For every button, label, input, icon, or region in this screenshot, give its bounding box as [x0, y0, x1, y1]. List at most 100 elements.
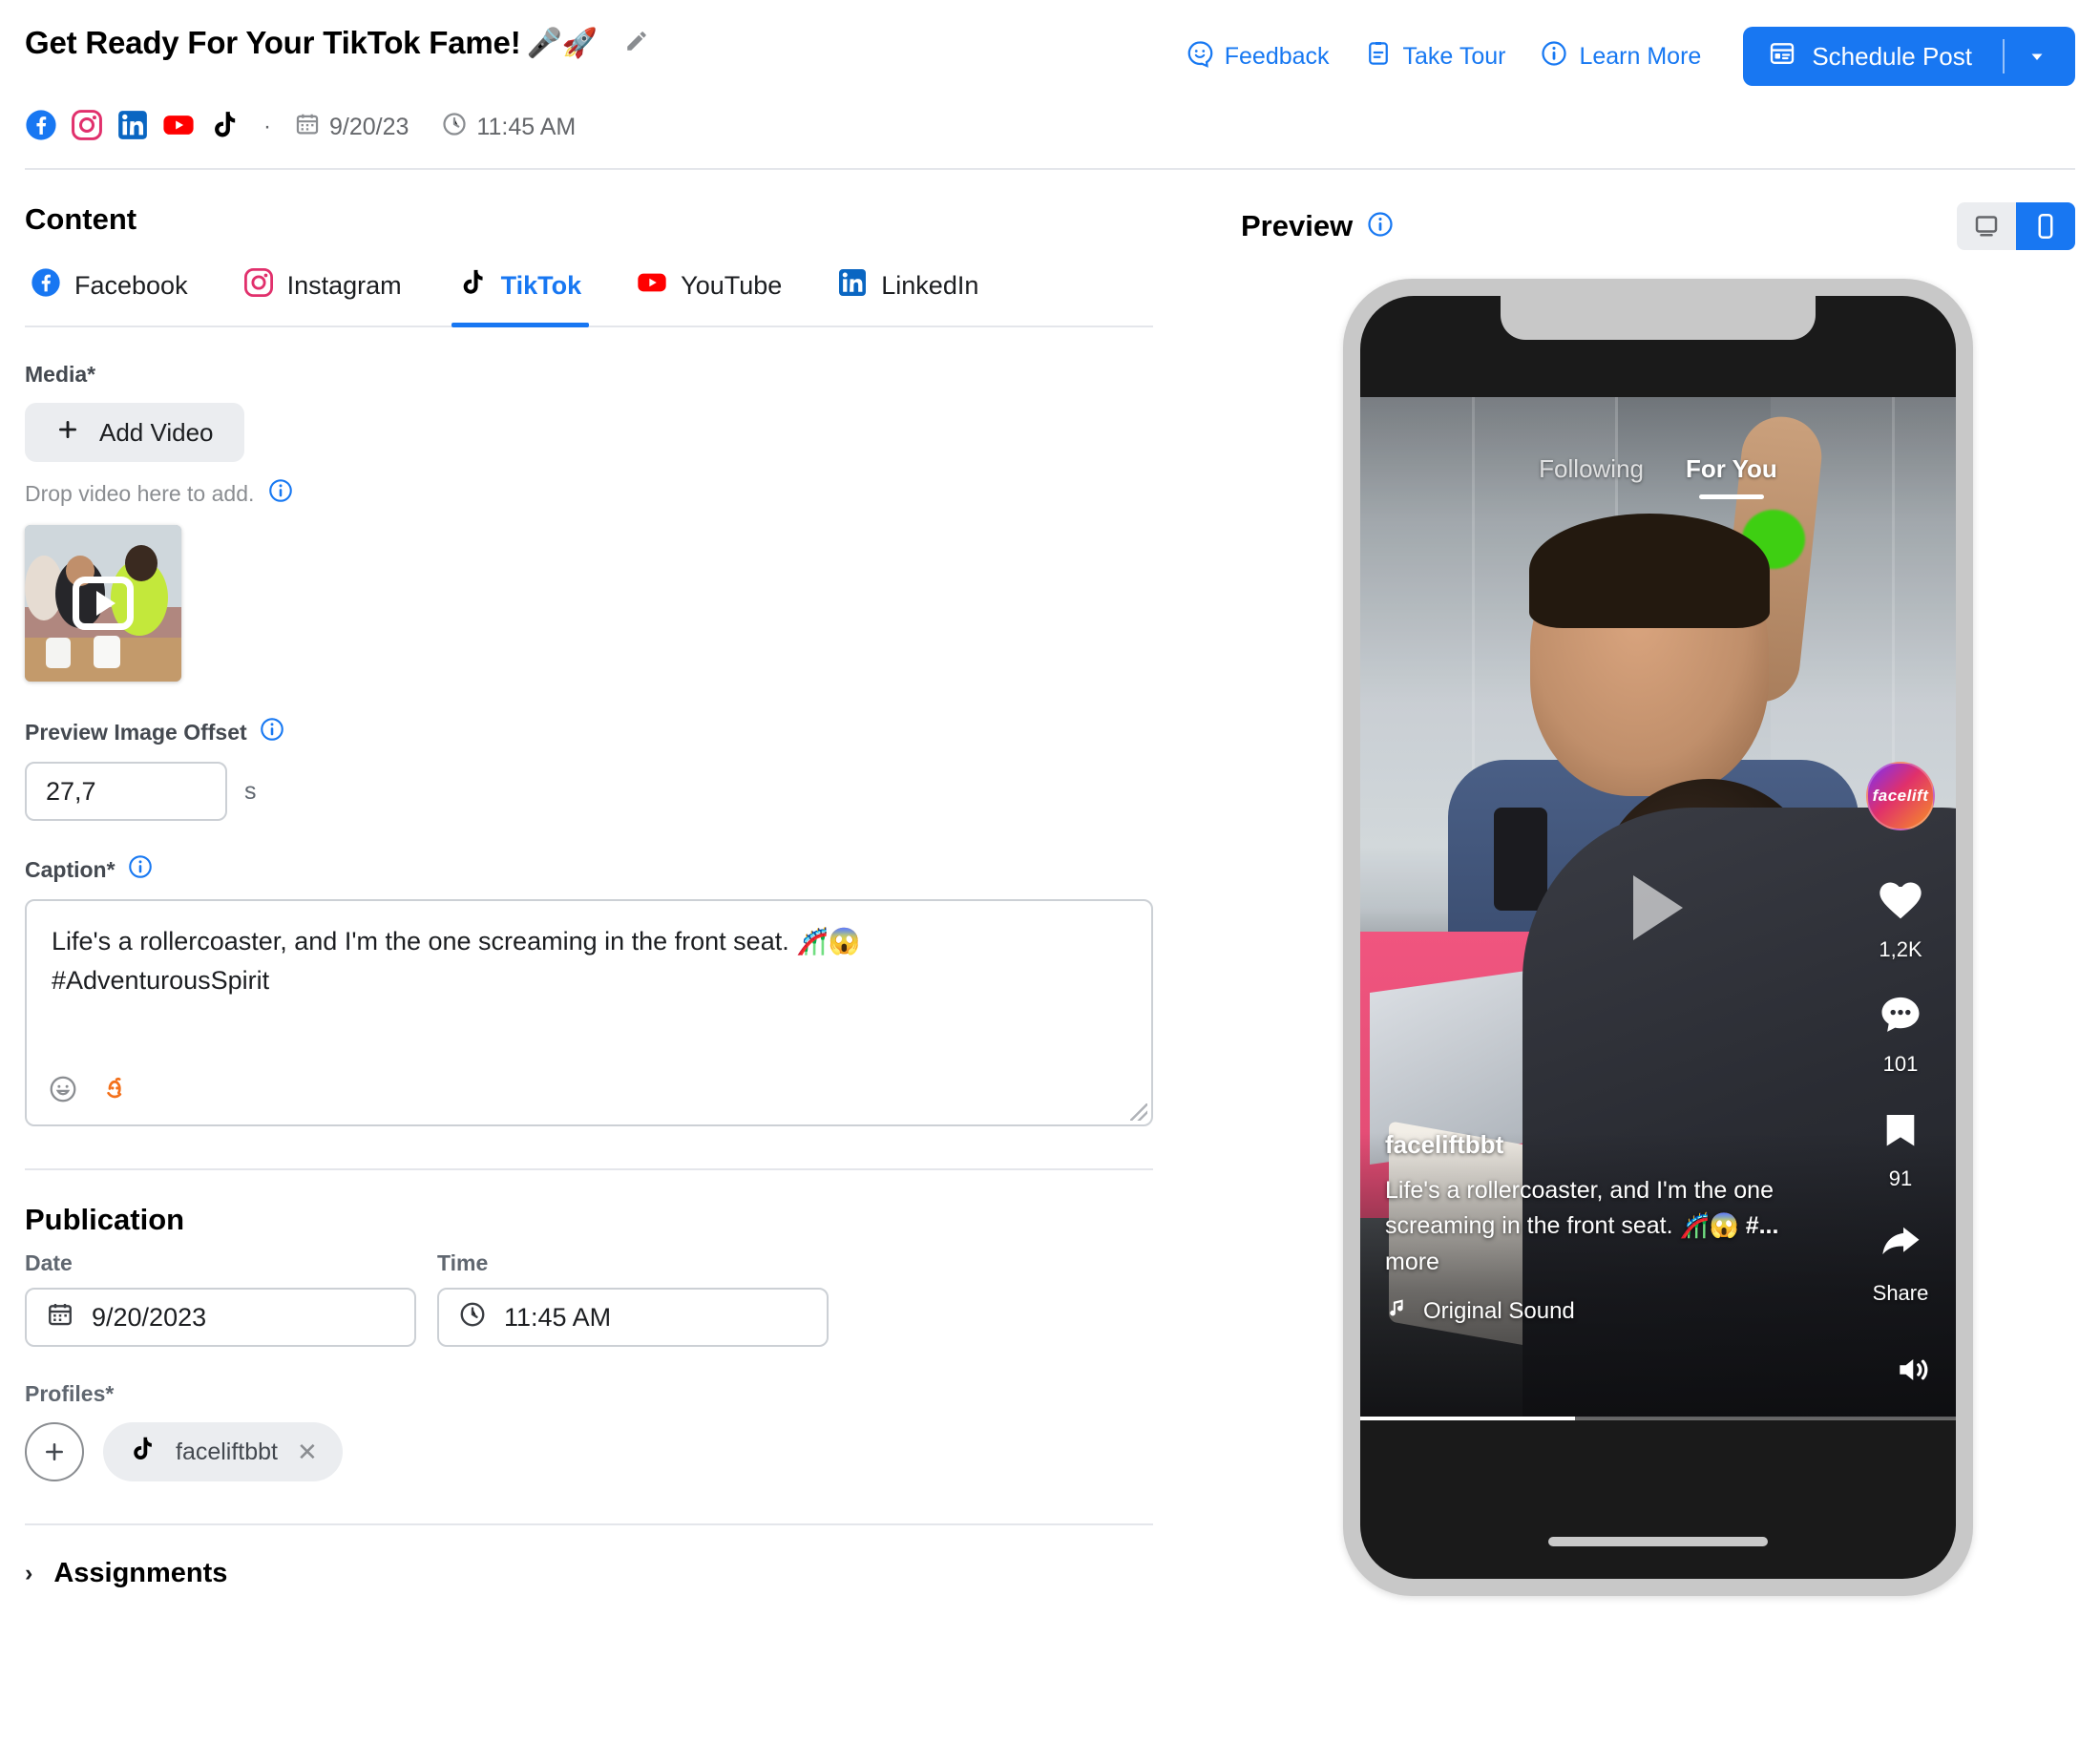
schedule-post-label: Schedule Post — [1812, 41, 1972, 71]
info-circle-icon[interactable] — [259, 716, 285, 748]
app-header: Get Ready For Your TikTok Fame! 🎤🚀 Feedb… — [0, 0, 2100, 92]
phone-screen: Following For You facelift 1,2K 101 91 S… — [1360, 296, 1956, 1579]
profile-chip[interactable]: faceliftbbt ✕ — [103, 1422, 343, 1481]
pencil-icon[interactable] — [624, 29, 649, 58]
meta-time-value: 11:45 AM — [476, 113, 577, 140]
time-value: 11:45 AM — [504, 1302, 612, 1332]
tiktok-caption-more[interactable]: more — [1385, 1249, 1439, 1275]
assignments-label: Assignments — [53, 1558, 228, 1588]
remove-profile-icon[interactable]: ✕ — [297, 1438, 318, 1467]
tiktok-sound-label: Original Sound — [1423, 1297, 1575, 1324]
clock-icon — [458, 1300, 487, 1335]
like-count: 1,2K — [1879, 937, 1922, 961]
date-field-group: Date 9/20/2023 — [25, 1250, 416, 1347]
date-value: 9/20/2023 — [92, 1302, 207, 1332]
ai-assistant-icon[interactable] — [99, 1074, 130, 1109]
music-note-icon — [1385, 1295, 1410, 1327]
plus-icon — [55, 417, 80, 449]
tab-instagram[interactable]: Instagram — [238, 258, 430, 326]
info-circle-icon[interactable] — [267, 477, 294, 510]
schedule-post-dropdown[interactable] — [2026, 45, 2075, 68]
caption-textarea[interactable]: Life's a rollercoaster, and I'm the one … — [25, 899, 1153, 1126]
tab-facebook[interactable]: Facebook — [25, 258, 217, 326]
share-arrow-icon — [1876, 1220, 1925, 1274]
facebook-icon — [25, 109, 57, 146]
tiktok-feed-tabs: Following For You — [1360, 454, 1956, 499]
drop-video-hint: Drop video here to add. — [25, 477, 1153, 510]
take-tour-label: Take Tour — [1402, 42, 1506, 70]
like-button[interactable]: 1,2K — [1876, 876, 1925, 962]
add-video-label: Add Video — [99, 417, 214, 447]
learn-more-label: Learn More — [1579, 42, 1702, 70]
preview-offset-input[interactable]: 27,7 — [25, 762, 227, 821]
add-video-button[interactable]: Add Video — [25, 403, 244, 462]
date-label: Date — [25, 1250, 73, 1275]
tiktok-tab-for-you[interactable]: For You — [1686, 454, 1777, 499]
publication-fields: Date 9/20/2023 Time 11:45 AM — [25, 1250, 1153, 1347]
mobile-view-button[interactable] — [2016, 202, 2075, 250]
desktop-view-button[interactable] — [1957, 202, 2016, 250]
linkedin-icon — [837, 267, 868, 304]
title-block: Get Ready For Your TikTok Fame! 🎤🚀 — [25, 25, 1186, 61]
comment-count: 101 — [1882, 1052, 1919, 1076]
meta-date: 9/20/23 — [294, 111, 409, 144]
info-circle-icon[interactable] — [1366, 210, 1395, 243]
avatar[interactable]: facelift — [1866, 762, 1935, 830]
phone-preview-wrap: Following For You facelift 1,2K 101 91 S… — [1241, 279, 2075, 1596]
comment-button[interactable]: 101 — [1876, 991, 1925, 1077]
phone-notch — [1501, 296, 1816, 340]
comment-icon — [1876, 991, 1925, 1045]
tab-linkedin[interactable]: LinkedIn — [831, 258, 1007, 326]
title-emoji: 🎤🚀 — [526, 27, 598, 59]
time-input[interactable]: 11:45 AM — [437, 1288, 829, 1347]
feedback-button[interactable]: Feedback — [1186, 39, 1330, 74]
bookmark-button[interactable]: 91 — [1876, 1105, 1925, 1191]
preview-offset-unit: s — [244, 777, 257, 805]
tiktok-sound-row[interactable]: Original Sound — [1385, 1295, 1813, 1327]
meta-separator: · — [263, 114, 271, 139]
emoji-picker-icon[interactable] — [48, 1074, 78, 1109]
tiktok-icon — [208, 109, 241, 146]
tiktok-username[interactable]: faceliftbbt — [1385, 1130, 1813, 1160]
info-circle-icon[interactable] — [127, 853, 154, 886]
share-button[interactable]: Share — [1872, 1220, 1929, 1306]
caption-value: Life's a rollercoaster, and I'm the one … — [52, 927, 861, 996]
tab-tiktok[interactable]: TikTok — [451, 258, 611, 327]
tab-youtube-label: YouTube — [681, 271, 783, 300]
meta-time: 11:45 AM — [441, 111, 576, 144]
header-actions: Feedback Take Tour Learn More Schedule P… — [1186, 25, 2075, 86]
play-triangle-icon[interactable] — [1633, 875, 1683, 940]
calendar-post-icon — [1768, 39, 1796, 74]
facebook-icon — [31, 267, 61, 304]
video-thumbnail[interactable] — [25, 525, 181, 682]
bookmark-icon — [1876, 1105, 1925, 1160]
speaker-on-icon[interactable] — [1893, 1349, 1935, 1396]
feedback-smiley-icon — [1186, 39, 1214, 74]
tab-facebook-label: Facebook — [74, 271, 188, 300]
info-circle-icon — [1540, 39, 1568, 74]
network-tabs: Facebook Instagram TikTok YouTube Linked… — [25, 258, 1153, 327]
assignments-accordion[interactable]: › Assignments — [25, 1558, 1153, 1589]
video-progress-bar[interactable] — [1360, 1417, 1956, 1420]
tab-linkedin-label: LinkedIn — [881, 271, 979, 300]
schedule-post-button[interactable]: Schedule Post — [1743, 27, 2075, 86]
tab-youtube[interactable]: YouTube — [631, 258, 810, 326]
textarea-resize-handle[interactable] — [1130, 1103, 1147, 1121]
phone-frame: Following For You facelift 1,2K 101 91 S… — [1343, 279, 1973, 1596]
instagram-icon — [71, 109, 103, 146]
learn-more-button[interactable]: Learn More — [1540, 39, 1701, 74]
tiktok-tab-following[interactable]: Following — [1539, 454, 1644, 484]
share-label: Share — [1872, 1281, 1929, 1305]
date-input[interactable]: 9/20/2023 — [25, 1288, 416, 1347]
preview-offset-row: 27,7 s — [25, 762, 1153, 821]
tab-tiktok-label: TikTok — [500, 271, 582, 300]
tiktok-action-rail: facelift 1,2K 101 91 Share — [1866, 762, 1935, 1306]
publication-divider — [25, 1168, 1153, 1170]
tiktok-caption-overlay: faceliftbbt Life's a rollercoaster, and … — [1385, 1130, 1813, 1328]
add-profile-button[interactable] — [25, 1422, 84, 1481]
tiktok-video-area[interactable]: Following For You facelift 1,2K 101 91 S… — [1360, 397, 1956, 1418]
youtube-icon — [162, 109, 195, 146]
take-tour-button[interactable]: Take Tour — [1364, 39, 1506, 74]
preview-offset-label: Preview Image Offset — [25, 716, 1153, 748]
tab-instagram-label: Instagram — [286, 271, 402, 300]
